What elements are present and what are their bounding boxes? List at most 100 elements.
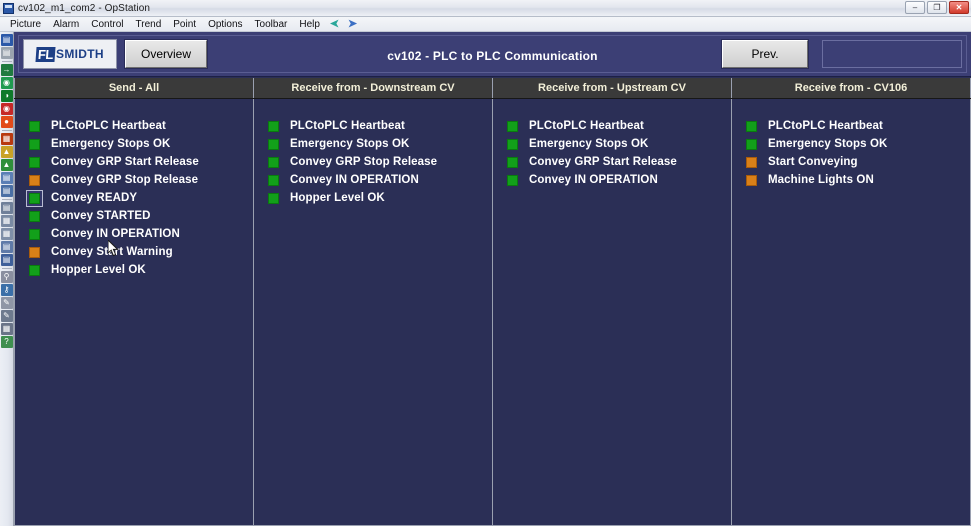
status-lamp-green[interactable] xyxy=(746,120,757,132)
status-row[interactable]: Hopper Level OK xyxy=(15,261,253,279)
status-indicator-wrapper[interactable] xyxy=(504,172,521,189)
status-indicator-wrapper[interactable] xyxy=(265,136,282,153)
alarm-icon[interactable]: ● xyxy=(0,116,13,128)
help-icon[interactable]: ? xyxy=(0,336,13,348)
disk-icon[interactable]: ▤ xyxy=(0,47,13,59)
status-row[interactable]: Convey GRP Start Release xyxy=(493,153,731,171)
status-lamp-green[interactable] xyxy=(746,138,757,150)
status-lamp-orange[interactable] xyxy=(29,174,40,186)
status-indicator-wrapper[interactable] xyxy=(26,226,43,243)
status-row[interactable]: Convey GRP Stop Release xyxy=(254,153,492,171)
menu-help[interactable]: Help xyxy=(293,18,326,31)
status-lamp-green[interactable] xyxy=(507,174,518,186)
stop-icon[interactable]: ◉ xyxy=(0,103,13,115)
menu-picture[interactable]: Picture xyxy=(4,18,47,31)
status-lamp-green[interactable] xyxy=(29,210,40,222)
close-button[interactable]: ✕ xyxy=(949,1,969,14)
status-row[interactable]: Convey Start Warning xyxy=(15,243,253,261)
status-indicator-wrapper[interactable] xyxy=(26,244,43,261)
status-row[interactable]: Convey READY xyxy=(15,189,253,207)
status-lamp-green[interactable] xyxy=(507,120,518,132)
status-lamp-green[interactable] xyxy=(29,120,40,132)
group-icon[interactable]: ▦ xyxy=(0,215,13,227)
status-row[interactable]: PLCtoPLC Heartbeat xyxy=(254,117,492,135)
event-icon[interactable]: ▲ xyxy=(0,146,13,158)
status-lamp-orange[interactable] xyxy=(29,246,40,258)
status-indicator-wrapper[interactable] xyxy=(26,262,43,279)
status-indicator-wrapper[interactable] xyxy=(743,136,760,153)
edit-icon[interactable]: ✎ xyxy=(0,310,13,322)
status-row[interactable]: PLCtoPLC Heartbeat xyxy=(493,117,731,135)
status-row[interactable]: Emergency Stops OK xyxy=(493,135,731,153)
menu-toolbar[interactable]: Toolbar xyxy=(249,18,294,31)
search-icon[interactable]: ⚲ xyxy=(0,271,13,283)
prev-button[interactable]: Prev. xyxy=(721,39,809,69)
status-row[interactable]: PLCtoPLC Heartbeat xyxy=(15,117,253,135)
login-icon[interactable]: → xyxy=(0,64,13,76)
report-icon[interactable]: ▤ xyxy=(0,172,13,184)
status-lamp-green[interactable] xyxy=(29,192,40,204)
status-row[interactable]: Start Conveying xyxy=(732,153,970,171)
status-indicator-wrapper[interactable] xyxy=(26,189,43,207)
status-lamp-green[interactable] xyxy=(29,138,40,150)
status-indicator-wrapper[interactable] xyxy=(265,190,282,207)
status-lamp-green[interactable] xyxy=(29,228,40,240)
status-row[interactable]: Convey IN OPERATION xyxy=(493,171,731,189)
status-lamp-green[interactable] xyxy=(507,138,518,150)
status-row[interactable]: PLCtoPLC Heartbeat xyxy=(732,117,970,135)
status-indicator-wrapper[interactable] xyxy=(26,154,43,171)
start-icon[interactable]: ◑ xyxy=(0,90,13,102)
status-row[interactable]: Emergency Stops OK xyxy=(15,135,253,153)
status-lamp-green[interactable] xyxy=(268,174,279,186)
status-row[interactable]: Hopper Level OK xyxy=(254,189,492,207)
status-row[interactable]: Convey GRP Start Release xyxy=(15,153,253,171)
status-indicator-wrapper[interactable] xyxy=(26,172,43,189)
forward-arrow-icon[interactable]: ➤ xyxy=(347,18,362,31)
status-lamp-green[interactable] xyxy=(268,192,279,204)
status-indicator-wrapper[interactable] xyxy=(504,154,521,171)
point-detail-icon[interactable]: ▤ xyxy=(0,254,13,266)
status-row[interactable]: Convey IN OPERATION xyxy=(15,225,253,243)
status-row[interactable]: Emergency Stops OK xyxy=(254,135,492,153)
status-row[interactable]: Convey IN OPERATION xyxy=(254,171,492,189)
status-lamp-green[interactable] xyxy=(29,156,40,168)
status-lamp-green[interactable] xyxy=(29,264,40,276)
status-indicator-wrapper[interactable] xyxy=(26,208,43,225)
status-lamp-orange[interactable] xyxy=(746,156,757,168)
status-lamp-green[interactable] xyxy=(507,156,518,168)
status-indicator-wrapper[interactable] xyxy=(265,154,282,171)
status-row[interactable]: Convey STARTED xyxy=(15,207,253,225)
status-lamp-green[interactable] xyxy=(268,138,279,150)
menu-point[interactable]: Point xyxy=(167,18,202,31)
print-icon[interactable]: ▤ xyxy=(0,185,13,197)
window-icon[interactable]: ▦ xyxy=(0,323,13,335)
status-indicator-wrapper[interactable] xyxy=(504,118,521,135)
faceplate-icon[interactable]: ▦ xyxy=(0,228,13,240)
status-indicator-wrapper[interactable] xyxy=(26,136,43,153)
status-indicator-wrapper[interactable] xyxy=(743,172,760,189)
minimize-button[interactable]: – xyxy=(905,1,925,14)
restore-button[interactable]: ❐ xyxy=(927,1,947,14)
key-icon[interactable]: ⚷ xyxy=(0,284,13,296)
notes-icon[interactable]: ▤ xyxy=(0,241,13,253)
status-row[interactable]: Machine Lights ON xyxy=(732,171,970,189)
status-indicator-wrapper[interactable] xyxy=(265,118,282,135)
status-row[interactable]: Convey GRP Stop Release xyxy=(15,171,253,189)
status-indicator-wrapper[interactable] xyxy=(743,118,760,135)
tune-icon[interactable]: ✎ xyxy=(0,297,13,309)
window-controls[interactable]: – ❐ ✕ xyxy=(905,1,969,14)
status-lamp-orange[interactable] xyxy=(746,174,757,186)
detail-icon[interactable]: ▤ xyxy=(0,202,13,214)
menu-options[interactable]: Options xyxy=(202,18,248,31)
status-lamp-green[interactable] xyxy=(268,156,279,168)
alarm-summary-icon[interactable]: ▦ xyxy=(0,133,13,145)
menu-trend[interactable]: Trend xyxy=(130,18,168,31)
status-indicator-wrapper[interactable] xyxy=(26,118,43,135)
status-row[interactable]: Emergency Stops OK xyxy=(732,135,970,153)
operator-icon[interactable]: ◉ xyxy=(0,77,13,89)
status-indicator-wrapper[interactable] xyxy=(504,136,521,153)
save-picture-icon[interactable]: ▤ xyxy=(0,34,13,46)
status-lamp-green[interactable] xyxy=(268,120,279,132)
status-indicator-wrapper[interactable] xyxy=(265,172,282,189)
back-arrow-icon[interactable]: ➤ xyxy=(329,18,344,31)
